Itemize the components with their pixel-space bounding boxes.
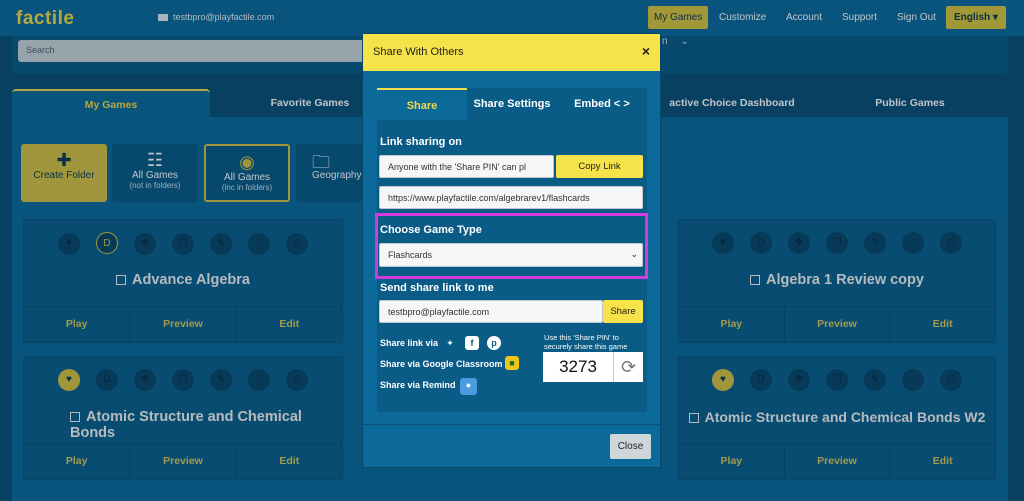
google-classroom-icon[interactable]: ■	[505, 356, 519, 370]
modal-title: Share With Others	[373, 46, 464, 58]
modal-footer: Close	[363, 424, 660, 467]
game-type-select[interactable]: Flashcards ⌄	[379, 243, 643, 267]
share-link-via-label: Share link via	[380, 338, 439, 348]
copy-link-button[interactable]: Copy Link	[556, 155, 643, 178]
game-type-label: Choose Game Type	[380, 224, 482, 236]
tab-share-settings[interactable]: Share Settings	[467, 88, 557, 120]
pinterest-icon[interactable]: p	[487, 336, 501, 350]
tab-embed[interactable]: Embed < >	[557, 88, 647, 120]
link-sharing-select[interactable]: Anyone with the 'Share PIN' can pl	[379, 155, 554, 178]
remind-label[interactable]: Share via Remind	[380, 380, 456, 390]
modal-tabs: Share Share Settings Embed < >	[377, 88, 647, 120]
game-type-value: Flashcards	[388, 250, 433, 260]
facebook-icon[interactable]: f	[465, 336, 479, 350]
modal-header: Share With Others ×	[363, 34, 660, 71]
google-classroom-label[interactable]: Share via Google Classroom	[380, 359, 503, 369]
share-button[interactable]: Share	[603, 300, 643, 323]
send-link-label: Send share link to me	[380, 282, 494, 294]
link-sharing-label: Link sharing on	[380, 136, 462, 148]
remind-icon[interactable]: ●	[460, 378, 477, 395]
refresh-icon[interactable]: ⟳	[613, 352, 643, 382]
pin-note: Use this 'Share PIN' to securely share t…	[544, 333, 628, 351]
tab-share[interactable]: Share	[377, 88, 467, 120]
share-link-field[interactable]: https://www.playfactile.com/algebrarev1/…	[379, 186, 643, 209]
send-email-field[interactable]: testbpro@playfactile.com	[379, 300, 603, 323]
share-pin: 3273	[543, 352, 613, 382]
twitter-icon[interactable]: ✦	[443, 336, 457, 350]
chevron-down-icon: ⌄	[630, 249, 638, 259]
close-button[interactable]: Close	[610, 434, 651, 459]
close-icon[interactable]: ×	[642, 43, 650, 59]
